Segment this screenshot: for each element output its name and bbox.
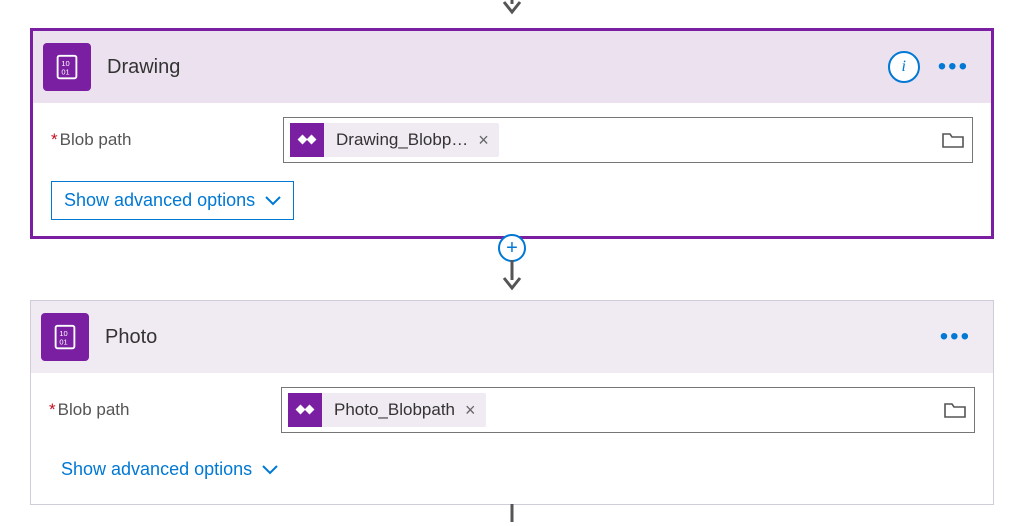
- field-label: *Blob path: [51, 130, 283, 150]
- field-label-text: Blob path: [60, 130, 132, 149]
- blob-storage-icon: 10 01: [43, 43, 91, 91]
- info-icon[interactable]: i: [888, 51, 920, 83]
- blob-path-input[interactable]: Drawing_Blobp… ×: [283, 117, 973, 163]
- folder-picker-button[interactable]: [942, 131, 964, 149]
- arrow-down-icon: [499, 0, 525, 16]
- dynamic-content-token[interactable]: Drawing_Blobp… ×: [290, 123, 499, 157]
- field-label: *Blob path: [49, 400, 281, 420]
- chevron-down-icon: [265, 196, 281, 206]
- more-menu-button[interactable]: •••: [936, 325, 975, 349]
- dynamic-content-token[interactable]: Photo_Blobpath ×: [288, 393, 486, 427]
- svg-text:01: 01: [59, 338, 67, 347]
- more-menu-button[interactable]: •••: [934, 55, 973, 79]
- field-row-blob-path: *Blob path Drawing_Blobp… ×: [51, 115, 973, 165]
- required-marker: *: [51, 130, 58, 149]
- card-header[interactable]: 10 01 Photo •••: [31, 301, 993, 373]
- card-title: Drawing: [107, 56, 888, 79]
- advanced-label: Show advanced options: [64, 190, 255, 211]
- show-advanced-options-button[interactable]: Show advanced options: [51, 181, 294, 220]
- arrow-down-icon: [499, 260, 525, 292]
- add-step-button[interactable]: +: [498, 234, 526, 262]
- arrow-down-icon: [499, 504, 525, 524]
- card-header[interactable]: 10 01 Drawing i •••: [33, 31, 991, 103]
- remove-token-button[interactable]: ×: [465, 401, 486, 419]
- action-card-drawing[interactable]: 10 01 Drawing i ••• *Blob path: [30, 28, 994, 239]
- field-row-blob-path: *Blob path Photo_Blobpath ×: [49, 385, 975, 435]
- token-text: Photo_Blobpath: [322, 400, 465, 420]
- action-card-photo[interactable]: 10 01 Photo ••• *Blob path: [30, 300, 994, 505]
- svg-text:01: 01: [61, 68, 69, 77]
- card-title: Photo: [105, 326, 936, 349]
- field-label-text: Blob path: [58, 400, 130, 419]
- folder-picker-button[interactable]: [944, 401, 966, 419]
- required-marker: *: [49, 400, 56, 419]
- advanced-label: Show advanced options: [61, 459, 252, 480]
- dynamic-content-icon: [288, 393, 322, 427]
- blob-storage-icon: 10 01: [41, 313, 89, 361]
- remove-token-button[interactable]: ×: [478, 131, 499, 149]
- chevron-down-icon: [262, 465, 278, 475]
- token-text: Drawing_Blobp…: [324, 130, 478, 150]
- blob-path-input[interactable]: Photo_Blobpath ×: [281, 387, 975, 433]
- show-advanced-options-button[interactable]: Show advanced options: [49, 451, 290, 488]
- dynamic-content-icon: [290, 123, 324, 157]
